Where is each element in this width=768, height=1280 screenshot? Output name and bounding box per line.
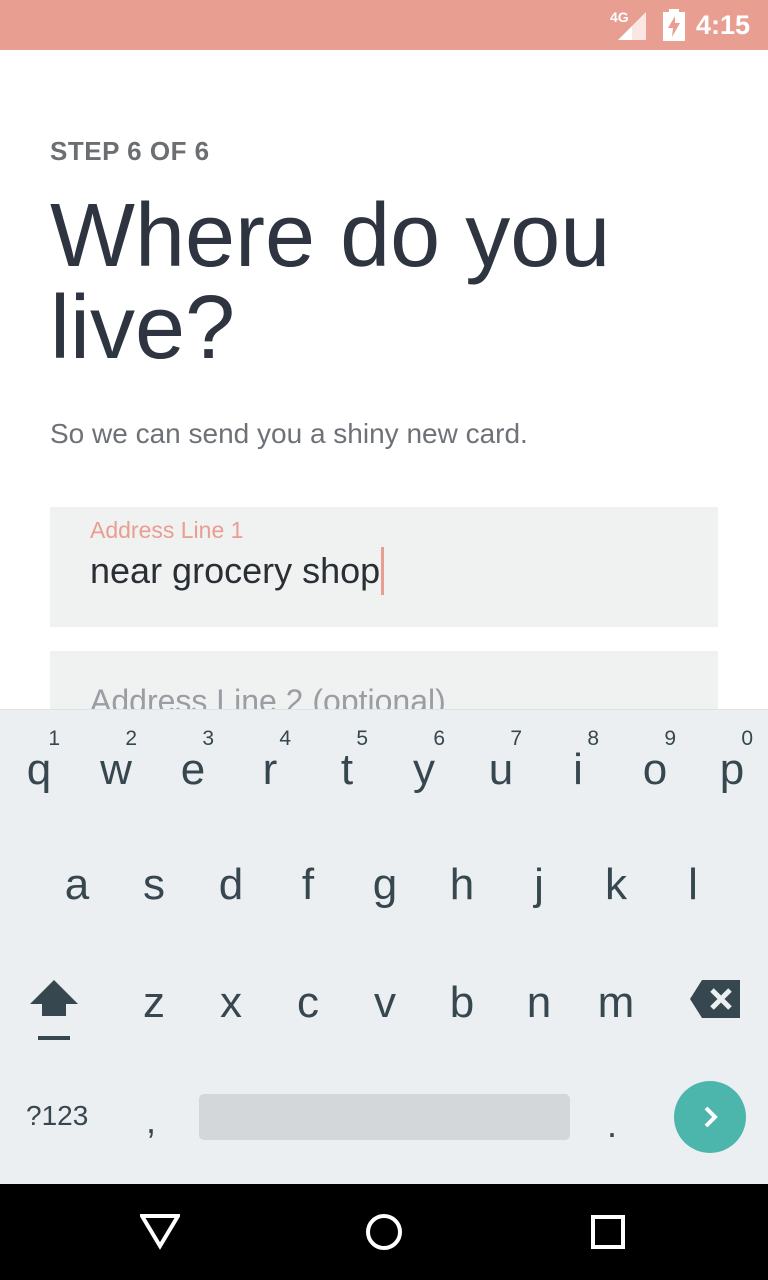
key-o[interactable]: o9 bbox=[620, 715, 690, 815]
key-p[interactable]: p0 bbox=[697, 715, 767, 815]
key-letter: v bbox=[374, 978, 396, 1027]
back-triangle-icon bbox=[140, 1214, 180, 1250]
page-title: Where do you live? bbox=[50, 186, 611, 378]
key-c[interactable]: c bbox=[273, 948, 343, 1048]
key-letter: d bbox=[218, 860, 244, 909]
key-k[interactable]: k bbox=[581, 830, 651, 930]
key-letter: q bbox=[26, 745, 52, 794]
key-number-hint: 8 bbox=[587, 727, 599, 750]
home-button[interactable] bbox=[336, 1184, 432, 1280]
key-letter: x bbox=[220, 978, 242, 1027]
key-i[interactable]: i8 bbox=[543, 715, 613, 815]
key-letter: y bbox=[413, 745, 435, 794]
key-letter: m bbox=[597, 978, 635, 1027]
period-key[interactable]: . bbox=[607, 1104, 617, 1146]
key-v[interactable]: v bbox=[350, 948, 420, 1048]
key-number-hint: 7 bbox=[510, 727, 522, 750]
key-w[interactable]: w2 bbox=[81, 715, 151, 815]
status-bar: 4G 4:15 bbox=[0, 0, 768, 50]
key-letter: b bbox=[449, 978, 475, 1027]
key-letter: h bbox=[449, 860, 475, 909]
key-l[interactable]: l bbox=[658, 830, 728, 930]
key-letter: e bbox=[180, 745, 206, 794]
key-letter: r bbox=[262, 745, 278, 794]
key-number-hint: 1 bbox=[48, 727, 60, 750]
navigation-bar bbox=[0, 1184, 768, 1280]
key-letter: z bbox=[143, 978, 165, 1027]
recents-square-icon bbox=[591, 1215, 625, 1249]
key-e[interactable]: e3 bbox=[158, 715, 228, 815]
shift-icon[interactable] bbox=[26, 978, 82, 1044]
key-letter: i bbox=[573, 745, 583, 794]
key-number-hint: 2 bbox=[125, 727, 137, 750]
key-letter: s bbox=[143, 860, 165, 909]
key-letter: f bbox=[301, 860, 315, 909]
key-letter: p bbox=[719, 745, 745, 794]
key-m[interactable]: m bbox=[581, 948, 651, 1048]
key-b[interactable]: b bbox=[427, 948, 497, 1048]
network-type-label: 4G bbox=[610, 9, 629, 25]
key-u[interactable]: u7 bbox=[466, 715, 536, 815]
key-g[interactable]: g bbox=[350, 830, 420, 930]
symbols-key[interactable]: ?123 bbox=[26, 1100, 88, 1132]
address-line-1-input[interactable]: near grocery shop bbox=[90, 547, 385, 595]
key-r[interactable]: r4 bbox=[235, 715, 305, 815]
key-letter: j bbox=[534, 860, 544, 909]
address-line-1-field[interactable]: Address Line 1 near grocery shop bbox=[50, 507, 718, 627]
address-line-1-label: Address Line 1 bbox=[90, 517, 244, 543]
key-letter: k bbox=[605, 860, 627, 909]
recents-button[interactable] bbox=[560, 1184, 656, 1280]
key-number-hint: 5 bbox=[356, 727, 368, 750]
key-f[interactable]: f bbox=[273, 830, 343, 930]
step-indicator: STEP 6 OF 6 bbox=[50, 136, 210, 166]
key-letter: l bbox=[688, 860, 698, 909]
key-letter: w bbox=[100, 745, 132, 794]
home-circle-icon bbox=[366, 1214, 402, 1250]
key-letter: t bbox=[340, 745, 354, 794]
clock: 4:15 bbox=[696, 10, 751, 40]
key-number-hint: 6 bbox=[433, 727, 445, 750]
next-button[interactable] bbox=[674, 1081, 746, 1153]
key-s[interactable]: s bbox=[119, 830, 189, 930]
address-line-1-value: near grocery shop bbox=[90, 550, 381, 591]
space-bar[interactable] bbox=[199, 1094, 570, 1140]
battery-charging-icon bbox=[663, 9, 685, 41]
key-n[interactable]: n bbox=[504, 948, 574, 1048]
key-number-hint: 4 bbox=[279, 727, 291, 750]
key-z[interactable]: z bbox=[119, 948, 189, 1048]
key-number-hint: 9 bbox=[664, 727, 676, 750]
key-d[interactable]: d bbox=[196, 830, 266, 930]
key-letter: o bbox=[642, 745, 668, 794]
key-a[interactable]: a bbox=[42, 830, 112, 930]
key-j[interactable]: j bbox=[504, 830, 574, 930]
key-q[interactable]: q1 bbox=[4, 715, 74, 815]
comma-key[interactable]: , bbox=[146, 1100, 156, 1142]
key-x[interactable]: x bbox=[196, 948, 266, 1048]
key-letter: n bbox=[526, 978, 552, 1027]
key-letter: u bbox=[488, 745, 514, 794]
page-subtitle: So we can send you a shiny new card. bbox=[50, 418, 528, 449]
key-number-hint: 3 bbox=[202, 727, 214, 750]
backspace-icon[interactable] bbox=[690, 980, 740, 1018]
key-letter: a bbox=[64, 860, 90, 909]
back-button[interactable] bbox=[112, 1184, 208, 1280]
key-letter: g bbox=[372, 860, 398, 909]
key-y[interactable]: y6 bbox=[389, 715, 459, 815]
chevron-right-icon bbox=[704, 1106, 718, 1128]
key-number-hint: 0 bbox=[741, 727, 753, 750]
text-caret bbox=[381, 547, 385, 595]
key-h[interactable]: h bbox=[427, 830, 497, 930]
key-t[interactable]: t5 bbox=[312, 715, 382, 815]
key-letter: c bbox=[297, 978, 319, 1027]
